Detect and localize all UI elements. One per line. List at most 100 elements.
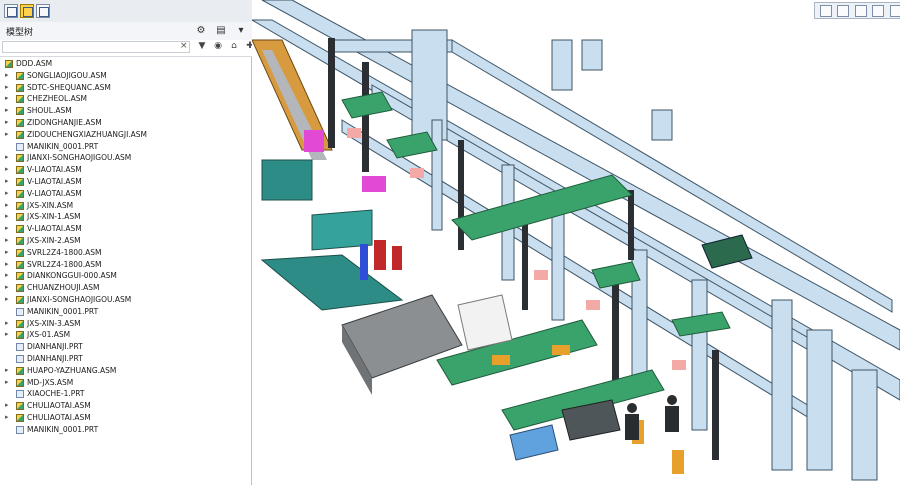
tree-item[interactable]: ▸ V-LIAOTAI.ASM xyxy=(0,223,252,235)
expand-icon[interactable]: ▸ xyxy=(5,93,9,105)
expand-icon[interactable]: ▸ xyxy=(5,282,9,294)
tree-item-label: SVRL2Z4-1800.ASM xyxy=(27,247,102,257)
find-icon[interactable]: ◉ xyxy=(212,41,224,51)
tree-item[interactable]: ▸ JXS-XIN-3.ASM xyxy=(0,318,252,330)
assembly-icon xyxy=(16,95,24,104)
clear-filter-icon[interactable]: × xyxy=(180,41,188,51)
part-icon xyxy=(16,354,24,363)
expand-icon[interactable]: ▸ xyxy=(5,294,9,306)
tree-filter-input[interactable] xyxy=(2,41,190,53)
zoom-window-icon[interactable] xyxy=(819,4,832,17)
tree-item[interactable]: ▸ JIANXI-SONGHAOJIGOU.ASM xyxy=(0,152,252,164)
tree-item[interactable]: ▸ V-LIAOTAI.ASM xyxy=(0,164,252,176)
zoom-out-icon[interactable] xyxy=(854,4,867,17)
tree-item-label: XIAOCHE-1.PRT xyxy=(27,389,85,399)
tree-item-label: V-LIAOTAI.ASM xyxy=(27,224,82,234)
expand-icon[interactable]: ▸ xyxy=(5,259,9,271)
expand-icon[interactable]: ▸ xyxy=(5,270,9,282)
refit-icon[interactable] xyxy=(872,4,885,17)
model-tree: DDD.ASM ▸ SONGLIAOJIGOU.ASM ▸ SDTC-SHEQUANC… xyxy=(0,58,252,436)
zoom-in-icon[interactable] xyxy=(837,4,850,17)
model-viewport[interactable] xyxy=(252,0,900,485)
expand-icon[interactable]: ▸ xyxy=(5,211,9,223)
expand-icon[interactable]: ▸ xyxy=(5,365,9,377)
tree-item[interactable]: ▸ SDTC-SHEQUANC.ASM xyxy=(0,82,252,94)
assembly-icon xyxy=(16,71,24,80)
expand-icon[interactable]: ▸ xyxy=(5,188,9,200)
repaint-icon[interactable] xyxy=(889,4,900,17)
tree-item[interactable]: DIANHANJI.PRT xyxy=(0,341,252,353)
assembly-icon xyxy=(16,366,24,375)
assembly-icon xyxy=(16,295,24,304)
tree-item-label: CHEZHEOL.ASM xyxy=(27,94,87,104)
tab-folder-browser[interactable] xyxy=(4,4,18,18)
expand-icon[interactable]: ▸ xyxy=(5,318,9,330)
part-icon xyxy=(16,425,24,434)
tree-item[interactable]: ▸ CHULIAOTAI.ASM xyxy=(0,412,252,424)
gray-machine xyxy=(341,294,463,395)
expand-icon[interactable]: ▸ xyxy=(5,105,9,117)
tree-item[interactable]: ▸ V-LIAOTAI.ASM xyxy=(0,188,252,200)
expand-icon[interactable]: ▸ xyxy=(5,164,9,176)
tree-item-label: MD-JXS.ASM xyxy=(27,377,74,387)
panel-tabbar xyxy=(0,0,252,23)
tree-item[interactable]: DIANHANJI.PRT xyxy=(0,353,252,365)
tree-item[interactable]: ▸ MD-JXS.ASM xyxy=(0,377,252,389)
expand-icon[interactable]: ▸ xyxy=(5,400,9,412)
tree-item[interactable]: ▸ JXS-XIN.ASM xyxy=(0,200,252,212)
tree-item[interactable]: ▸ SHOUL.ASM xyxy=(0,105,252,117)
tree-item[interactable]: ▸ DIANKONGGUI-000.ASM xyxy=(0,270,252,282)
settings-dropdown-icon[interactable]: ⚙ xyxy=(194,24,208,38)
filter-dropdown-icon[interactable]: ▼ xyxy=(196,41,208,51)
blue-fixture xyxy=(360,244,368,280)
expand-icon[interactable]: ▸ xyxy=(5,82,9,94)
expand-icon[interactable]: ▸ xyxy=(5,377,9,389)
part-icon xyxy=(16,343,24,352)
tree-item[interactable]: ▸ SVRL2Z4-1800.ASM xyxy=(0,259,252,271)
tree-item[interactable]: ▸ CHULIAOTAI.ASM xyxy=(0,400,252,412)
assembly-icon xyxy=(16,378,24,387)
filter-tools: ▼ ◉ ⌂ ✚ xyxy=(196,41,256,51)
expand-icon[interactable]: ▸ xyxy=(5,235,9,247)
favorites-icon xyxy=(39,7,49,17)
tree-item[interactable]: ▸ JXS-XIN-1.ASM xyxy=(0,211,252,223)
tree-item[interactable]: ▸ JIANXI-SONGHAOJIGOU.ASM xyxy=(0,294,252,306)
tree-item[interactable]: ▸ CHEZHEOL.ASM xyxy=(0,93,252,105)
expand-icon[interactable]: ▸ xyxy=(5,152,9,164)
expand-icon[interactable]: ▸ xyxy=(5,412,9,424)
expand-icon[interactable]: ▸ xyxy=(5,176,9,188)
tree-item[interactable]: ▸ SONGLIAOJIGOU.ASM xyxy=(0,70,252,82)
model-tree-panel: 模型树 ⚙ ▤ ▾ × ▼ ◉ ⌂ ✚ DDD.ASM ▸ SONGLIAOJIG… xyxy=(0,0,254,485)
filter-icon[interactable]: ⌂ xyxy=(228,41,240,51)
chevron-down-icon[interactable]: ▾ xyxy=(234,24,248,38)
expand-icon[interactable]: ▸ xyxy=(5,329,9,341)
tree-item[interactable]: ▸ JXS-01.ASM xyxy=(0,329,252,341)
tree-item[interactable]: ▸ SVRL2Z4-1800.ASM xyxy=(0,247,252,259)
tree-item[interactable]: ▸ ZIDOUCHENGXIAZHUANGJI.ASM xyxy=(0,129,252,141)
panel-header: 模型树 ⚙ ▤ ▾ xyxy=(0,22,252,41)
tree-item[interactable]: MANIKIN_0001.PRT xyxy=(0,306,252,318)
expand-icon[interactable]: ▸ xyxy=(5,247,9,259)
tab-model-tree[interactable] xyxy=(20,4,34,18)
tree-item[interactable]: ▸ V-LIAOTAI.ASM xyxy=(0,176,252,188)
show-dropdown-icon[interactable]: ▤ xyxy=(214,24,228,38)
tree-item[interactable]: ▸ CHUANZHOUJI.ASM xyxy=(0,282,252,294)
tree-root-item[interactable]: DDD.ASM xyxy=(0,58,252,70)
assembly-icon xyxy=(16,236,24,245)
expand-icon[interactable]: ▸ xyxy=(5,200,9,212)
tree-item[interactable]: ▸ ZIDONGHANJIE.ASM xyxy=(0,117,252,129)
tree-item[interactable]: MANIKIN_0001.PRT xyxy=(0,424,252,436)
tree-item[interactable]: MANIKIN_0001.PRT xyxy=(0,141,252,153)
expand-icon[interactable]: ▸ xyxy=(5,117,9,129)
folder-icon xyxy=(7,7,17,17)
expand-icon[interactable]: ▸ xyxy=(5,129,9,141)
tab-favorites[interactable] xyxy=(36,4,50,18)
tree-item[interactable]: ▸ HUAPO-YAZHUANG.ASM xyxy=(0,365,252,377)
expand-icon[interactable]: ▸ xyxy=(5,223,9,235)
tree-item[interactable]: XIAOCHE-1.PRT xyxy=(0,388,252,400)
expand-icon[interactable]: ▸ xyxy=(5,70,9,82)
tree-item[interactable]: ▸ JXS-XIN-2.ASM xyxy=(0,235,252,247)
assembly-icon xyxy=(16,272,24,281)
assembly-icon xyxy=(16,83,24,92)
tree-item-label: CHUANZHOUJI.ASM xyxy=(27,283,100,293)
